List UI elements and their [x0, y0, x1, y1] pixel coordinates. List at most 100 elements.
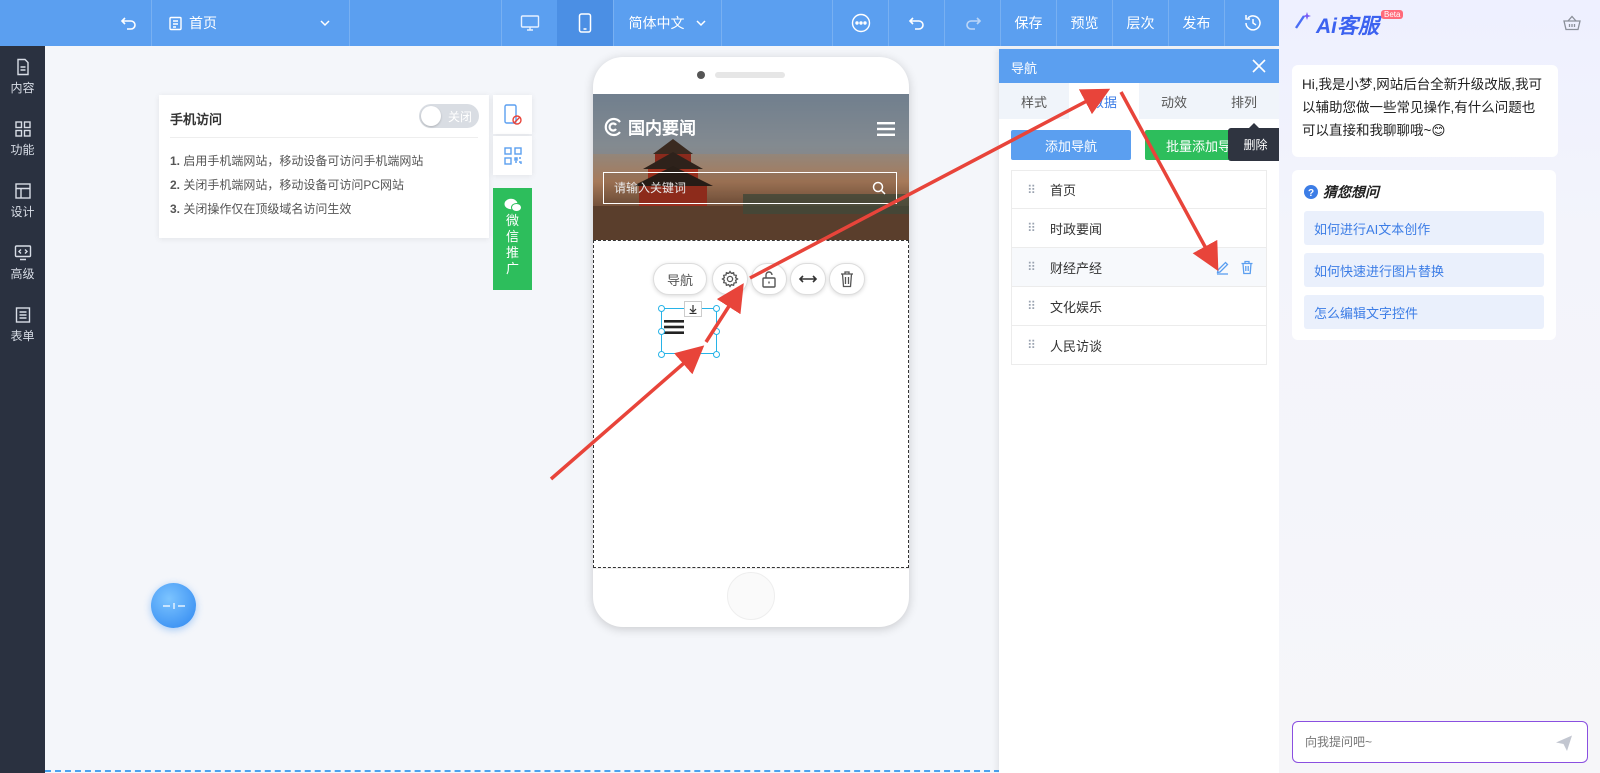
floating-assistant-button[interactable] — [151, 583, 196, 628]
component-name: 导航 — [666, 272, 693, 288]
ai-question-input[interactable] — [1293, 722, 1543, 762]
selected-nav-component[interactable] — [658, 301, 720, 358]
resize-handle[interactable] — [658, 305, 665, 312]
add-nav-button[interactable]: 添加导航 — [1011, 130, 1131, 160]
mobile-access-card: 手机访问 关闭 1. 启用手机端网站，移动设备可访问手机端网站 2. 关闭手机端… — [159, 95, 489, 238]
save-button[interactable]: 保存 — [1000, 0, 1056, 46]
edit-icon[interactable] — [1215, 260, 1230, 275]
history-icon — [1244, 15, 1261, 31]
nav-item-label: 人民访谈 — [1050, 338, 1103, 354]
search-icon[interactable] — [872, 181, 886, 195]
tab-arrange[interactable]: 排列 — [1209, 83, 1279, 119]
site-search-box[interactable] — [603, 172, 897, 204]
qrcode-icon — [503, 146, 522, 165]
tab-data[interactable]: 数据 — [1069, 83, 1139, 119]
resize-handle[interactable] — [658, 351, 665, 358]
drag-handle-icon[interactable]: ⠿ — [1012, 338, 1050, 352]
redo-icon — [965, 17, 981, 30]
sidebar-item-forms[interactable]: 表单 — [0, 296, 45, 354]
tab-animation[interactable]: 动效 — [1139, 83, 1209, 119]
phone-screen-bottom — [593, 568, 909, 569]
basket-icon[interactable] — [1563, 15, 1581, 31]
redo-button[interactable] — [944, 0, 1000, 46]
drag-handle-icon[interactable]: ⠿ — [1012, 299, 1050, 313]
component-width-button[interactable] — [790, 263, 826, 295]
component-settings-button[interactable] — [712, 263, 748, 295]
nav-module-area[interactable] — [593, 240, 909, 568]
site-search-input[interactable] — [604, 173, 864, 203]
nav-list-item[interactable]: ⠿ 人民访谈 — [1011, 326, 1267, 365]
drag-handle-icon[interactable]: ⠿ — [1012, 221, 1050, 235]
close-icon[interactable] — [1251, 58, 1267, 74]
preview-button[interactable]: 预览 — [1056, 0, 1112, 46]
nav-list-item[interactable]: ⠿ 财经产经 — [1011, 248, 1267, 287]
page-select[interactable]: 首页 — [151, 0, 349, 46]
trash-icon — [841, 271, 853, 288]
ai-brand-name: Ai客服 — [1316, 15, 1379, 38]
qrcode-button[interactable] — [493, 136, 532, 175]
component-delete-button[interactable] — [829, 263, 865, 295]
phone-camera — [697, 71, 705, 79]
mobile-view-button[interactable] — [557, 0, 613, 46]
nav-list-item[interactable]: ⠿ 文化娱乐 — [1011, 287, 1267, 326]
nav-list-item[interactable]: ⠿ 时政要闻 — [1011, 209, 1267, 248]
nav-item-label: 文化娱乐 — [1050, 299, 1103, 315]
drag-handle-icon[interactable]: ⠿ — [1012, 260, 1050, 274]
ai-input-box[interactable] — [1292, 721, 1588, 763]
mobile-disable-button[interactable] — [493, 95, 532, 134]
tooltip-arrow — [1248, 123, 1260, 129]
mobile-icon — [578, 13, 592, 33]
component-lock-button[interactable] — [751, 263, 787, 295]
sidebar-item-functions[interactable]: 功能 — [0, 110, 45, 168]
nav-item-label: 首页 — [1050, 183, 1077, 198]
guess-card: ? 猜您想问 如何进行AI文本创作 如何快速进行图片替换 怎么编辑文字控件 — [1292, 170, 1556, 340]
mobile-disabled-icon — [503, 103, 522, 125]
undo-icon — [908, 17, 924, 30]
drag-down-handle[interactable] — [684, 301, 702, 317]
document-icon — [16, 58, 29, 76]
component-name-button[interactable]: 导航 — [653, 263, 707, 295]
language-value: 简体中文 — [628, 15, 685, 31]
sidebar-item-label: 内容 — [10, 81, 35, 95]
nav-list-item[interactable]: ⠿ 首页 — [1011, 170, 1267, 209]
top-toolbar: 首页 简体中文 保存 预览 层次 发布 — [0, 0, 1280, 46]
sidebar-item-content[interactable]: 内容 — [0, 48, 45, 106]
svg-text:?: ? — [1308, 188, 1314, 199]
hamburger-menu-button[interactable] — [877, 121, 895, 140]
mobile-toggle[interactable]: 关闭 — [419, 104, 479, 128]
delete-tooltip: 删除 — [1228, 128, 1283, 161]
wechat-promotion-button[interactable]: 微 信 推 广 — [493, 188, 532, 290]
sidebar-item-design[interactable]: 设计 — [0, 172, 45, 230]
resize-handle[interactable] — [713, 305, 720, 312]
resize-handle[interactable] — [686, 351, 693, 358]
panel-tabs: 样式 数据 动效 排列 — [999, 83, 1279, 119]
publish-button[interactable]: 发布 — [1168, 0, 1224, 46]
trash-icon[interactable] — [1240, 260, 1254, 275]
undo-history-button[interactable] — [107, 0, 151, 46]
suggestion-item[interactable]: 如何快速进行图片替换 — [1304, 253, 1544, 287]
line-number: 3. — [170, 202, 181, 216]
editor-canvas: 手机访问 关闭 1. 启用手机端网站，移动设备可访问手机端网站 2. 关闭手机端… — [45, 46, 1000, 773]
sidebar-item-label: 设计 — [10, 205, 35, 219]
undo-button[interactable] — [888, 0, 944, 46]
history-button[interactable] — [1224, 0, 1280, 46]
drag-handle-icon[interactable]: ⠿ — [1012, 183, 1050, 197]
resize-handle[interactable] — [713, 351, 720, 358]
site-logo[interactable]: 国内要闻 — [603, 114, 696, 139]
desktop-view-button[interactable] — [501, 0, 557, 46]
send-icon[interactable] — [1555, 734, 1573, 752]
sidebar-item-advanced[interactable]: 高级 — [0, 234, 45, 292]
layers-button[interactable]: 层次 — [1112, 0, 1168, 46]
unlock-icon — [762, 271, 776, 288]
resize-handle[interactable] — [713, 328, 720, 335]
tab-style[interactable]: 样式 — [999, 83, 1069, 119]
language-select[interactable]: 简体中文 — [613, 0, 721, 46]
phone-home-button[interactable] — [727, 572, 775, 620]
guess-header: ? 猜您想问 — [1304, 182, 1379, 202]
ai-brand: Ai客服 Beta — [1292, 10, 1404, 40]
more-button[interactable] — [832, 0, 888, 46]
resize-handle[interactable] — [658, 328, 665, 335]
suggestion-item[interactable]: 怎么编辑文字控件 — [1304, 295, 1544, 329]
suggestion-item[interactable]: 如何进行AI文本创作 — [1304, 211, 1544, 245]
sidebar-item-label: 表单 — [10, 329, 35, 343]
